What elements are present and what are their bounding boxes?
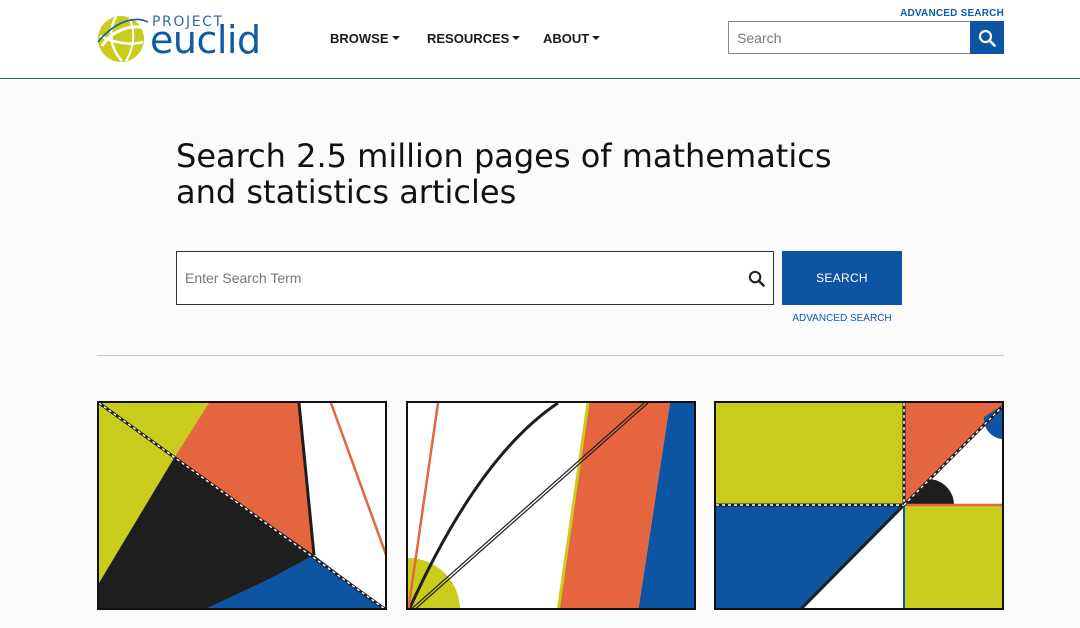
nav-resources-label: RESOURCES	[427, 31, 510, 46]
nav-resources[interactable]: RESOURCES	[427, 31, 521, 46]
caret-down-icon	[391, 36, 400, 40]
nav-about-label: ABOUT	[543, 31, 590, 46]
advanced-search-link[interactable]: ADVANCED SEARCH	[782, 313, 902, 324]
header-search-input[interactable]	[728, 21, 971, 54]
globe-logo-icon	[97, 16, 148, 62]
nav-browse[interactable]: BROWSE	[330, 31, 400, 46]
geometric-art-tile-3[interactable]	[714, 401, 1004, 610]
section-divider	[97, 355, 1004, 356]
project-euclid-logo[interactable]: PROJECT euclid	[96, 9, 276, 65]
search-icon[interactable]	[748, 270, 765, 287]
geometric-art-tile-2[interactable]	[406, 401, 696, 610]
page-title: Search 2.5 million pages of mathematics …	[176, 137, 832, 211]
caret-down-icon	[592, 36, 601, 40]
main-search-box	[176, 251, 774, 305]
main-search-input[interactable]	[177, 252, 737, 304]
search-button[interactable]: SEARCH	[782, 251, 902, 305]
logo-euclid-text: euclid	[150, 18, 261, 62]
nav-about[interactable]: ABOUT	[543, 31, 601, 46]
geometric-art-2	[408, 403, 694, 608]
nav-browse-label: BROWSE	[330, 31, 389, 46]
search-icon	[978, 29, 996, 47]
geometric-art-tile-1[interactable]	[97, 401, 387, 610]
geometric-art-1	[99, 403, 385, 608]
header-search-button[interactable]	[970, 21, 1004, 54]
site-header: PROJECT euclid BROWSE RESOURCES ABOUT AD…	[0, 0, 1080, 79]
header-advanced-search-link[interactable]: ADVANCED SEARCH	[900, 8, 1004, 19]
caret-down-icon	[512, 36, 521, 40]
geometric-art-3	[716, 403, 1002, 608]
